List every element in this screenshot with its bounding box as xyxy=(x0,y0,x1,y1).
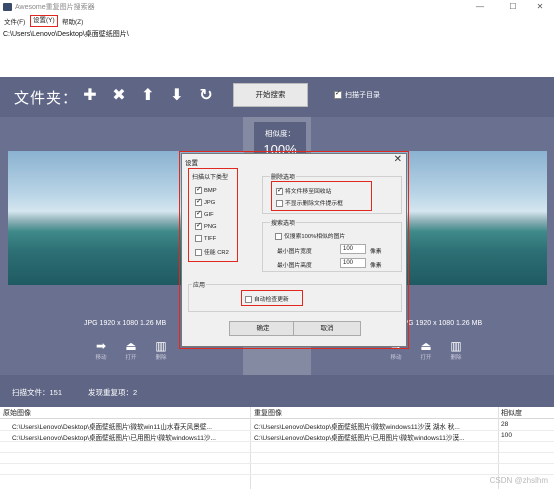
scan-subdir-checkbox[interactable]: 扫描子目录 xyxy=(334,89,380,100)
type-tiff-checkbox[interactable]: TIFF xyxy=(195,235,216,242)
row-divider xyxy=(0,441,554,442)
window-title: Awesome重复图片搜索器 xyxy=(15,4,95,11)
similarity-label: 相似度： xyxy=(265,129,295,138)
close-window-button[interactable]: ✕ xyxy=(530,1,550,12)
type-png-checkbox[interactable]: PNG xyxy=(195,221,217,230)
table-cell[interactable]: 28 xyxy=(501,421,541,428)
auto-update-checkbox[interactable]: 自动检查更新 xyxy=(245,294,289,303)
toolbar: 文件夹： ✚ ✖ ⬆ ⬇ ↻ 开始搜索 扫描子目录 xyxy=(0,77,554,117)
results-table: 原始图像 重复图像 相似度 C:\Users\Lenovo\Desktop\桌面… xyxy=(0,407,554,489)
path-area: C:\Users\Lenovo\Desktop\桌面壁纸图片\ xyxy=(0,27,554,77)
column-header-similarity[interactable]: 相似度 xyxy=(501,408,522,418)
trash-icon: ▥ xyxy=(155,339,167,353)
delete-options-title: 删除选项 xyxy=(270,172,297,181)
left-move-button[interactable]: ➡ 移动 xyxy=(90,339,112,361)
dialog-title: 设置 xyxy=(185,160,198,167)
folder-label: 文件夹： xyxy=(14,90,79,107)
watermark: CSDN @zhslhm xyxy=(489,476,548,485)
menu-settings[interactable]: 设置(Y) xyxy=(30,15,58,27)
ok-button[interactable]: 确定 xyxy=(229,321,297,336)
menu-help[interactable]: 帮助(Z) xyxy=(60,16,85,26)
search-options-title: 搜索选项 xyxy=(270,218,297,227)
open-folder-icon: ⏏ xyxy=(125,339,137,353)
duplicates-count: 发现重复项：2 xyxy=(88,388,138,397)
min-height-label: 最小图片高度 xyxy=(277,263,312,269)
left-open-button[interactable]: ⏏ 打开 xyxy=(120,339,142,361)
right-image-info: JPG 1920 x 1080 1.26 MB xyxy=(400,320,483,327)
minimize-button[interactable]: — xyxy=(470,1,490,12)
move-to-recycle-checkbox[interactable]: 将文件移至回收站 xyxy=(276,186,331,195)
checkbox-box[interactable] xyxy=(334,89,342,99)
column-header-duplicate[interactable]: 重复图像 xyxy=(254,408,282,418)
min-height-unit: 像素 xyxy=(370,263,382,269)
refresh-icon[interactable]: ↻ xyxy=(197,87,215,105)
min-width-unit: 像素 xyxy=(370,249,382,255)
row-divider xyxy=(0,430,554,431)
trash-icon: ▥ xyxy=(450,339,462,353)
menu-bar: 文件(F) 设置(Y) 帮助(Z) xyxy=(0,15,554,27)
table-cell[interactable]: 100 xyxy=(501,432,541,439)
menu-file[interactable]: 文件(F) xyxy=(2,16,27,26)
type-jpg-checkbox[interactable]: JPG xyxy=(195,197,215,206)
min-width-input[interactable]: 100 xyxy=(340,244,366,254)
arrow-up-icon[interactable]: ⬆ xyxy=(139,87,157,105)
dialog-close-button[interactable]: ✕ xyxy=(394,154,402,165)
app-title: 应用 xyxy=(192,280,207,289)
no-delete-prompt-checkbox[interactable]: 不显示删除文件提示框 xyxy=(276,198,343,207)
settings-dialog: 设置 ✕ 扫描以下类型 BMP JPG GIF PNG TIFF 佳能 CR2 … xyxy=(181,153,407,347)
left-delete-button[interactable]: ▥ 删除 xyxy=(150,339,172,361)
maximize-button[interactable]: ☐ xyxy=(503,1,523,12)
row-divider xyxy=(0,463,554,464)
type-gif-checkbox[interactable]: GIF xyxy=(195,209,214,218)
column-divider xyxy=(250,407,251,489)
type-cr2-checkbox[interactable]: 佳能 CR2 xyxy=(195,247,229,256)
open-folder-icon: ⏏ xyxy=(420,339,432,353)
right-open-button[interactable]: ⏏ 打开 xyxy=(415,339,437,361)
header-divider xyxy=(0,418,554,419)
row-divider xyxy=(0,452,554,453)
app-icon xyxy=(3,3,12,11)
arrow-down-icon[interactable]: ⬇ xyxy=(168,87,186,105)
cancel-button[interactable]: 取消 xyxy=(293,321,361,336)
plus-icon[interactable]: ✚ xyxy=(81,87,99,105)
column-header-original[interactable]: 原始图像 xyxy=(3,408,31,418)
close-icon[interactable]: ✖ xyxy=(110,87,128,105)
auto-update-highlight: 自动检查更新 xyxy=(241,290,303,306)
right-delete-button[interactable]: ▥ 删除 xyxy=(445,339,467,361)
min-width-label: 最小图片宽度 xyxy=(277,249,312,255)
type-bmp-checkbox[interactable]: BMP xyxy=(195,185,217,194)
row-divider xyxy=(0,474,554,475)
title-bar: Awesome重复图片搜索器 — ☐ ✕ xyxy=(0,0,554,14)
min-height-input[interactable]: 100 xyxy=(340,258,366,268)
folder-path-text[interactable]: C:\Users\Lenovo\Desktop\桌面壁纸图片\ xyxy=(3,29,129,39)
scan-types-title: 扫描以下类型 xyxy=(191,172,230,181)
start-search-button[interactable]: 开始搜索 xyxy=(233,83,308,107)
delete-options-highlight: 将文件移至回收站 不显示删除文件提示框 xyxy=(271,181,372,211)
scanned-count: 扫描文件：151 xyxy=(12,388,63,397)
left-image-info: JPG 1920 x 1080 1.26 MB xyxy=(84,320,167,327)
status-bar: 扫描文件：151 发现重复项：2 xyxy=(0,375,554,407)
scan-types-group: 扫描以下类型 BMP JPG GIF PNG TIFF 佳能 CR2 xyxy=(188,168,238,262)
scan-subdir-label: 扫描子目录 xyxy=(345,92,380,99)
only-100-checkbox[interactable]: 仅搜索100%相似的图片 xyxy=(275,231,345,240)
arrow-right-icon: ➡ xyxy=(95,339,107,353)
